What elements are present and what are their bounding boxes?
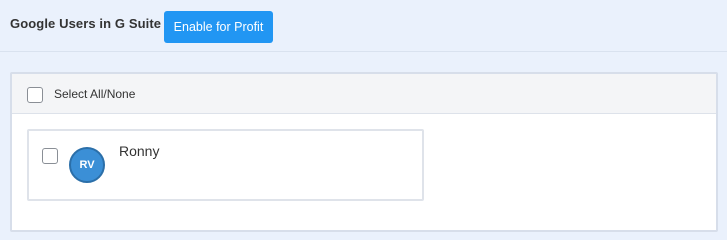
user-card[interactable]: RV Ronny — [27, 129, 424, 201]
users-panel: Select All/None RV Ronny — [10, 72, 718, 232]
user-checkbox[interactable] — [42, 148, 58, 164]
avatar: RV — [69, 147, 105, 183]
select-all-label[interactable]: Select All/None — [54, 87, 135, 101]
enable-for-profit-button[interactable]: Enable for Profit — [164, 11, 273, 43]
page-title: Google Users in G Suite — [10, 16, 162, 31]
select-all-checkbox[interactable] — [27, 87, 43, 103]
page-header: Google Users in G Suite Enable for Profi… — [0, 0, 727, 52]
user-name: Ronny — [119, 143, 160, 159]
panel-header: Select All/None — [12, 74, 716, 114]
